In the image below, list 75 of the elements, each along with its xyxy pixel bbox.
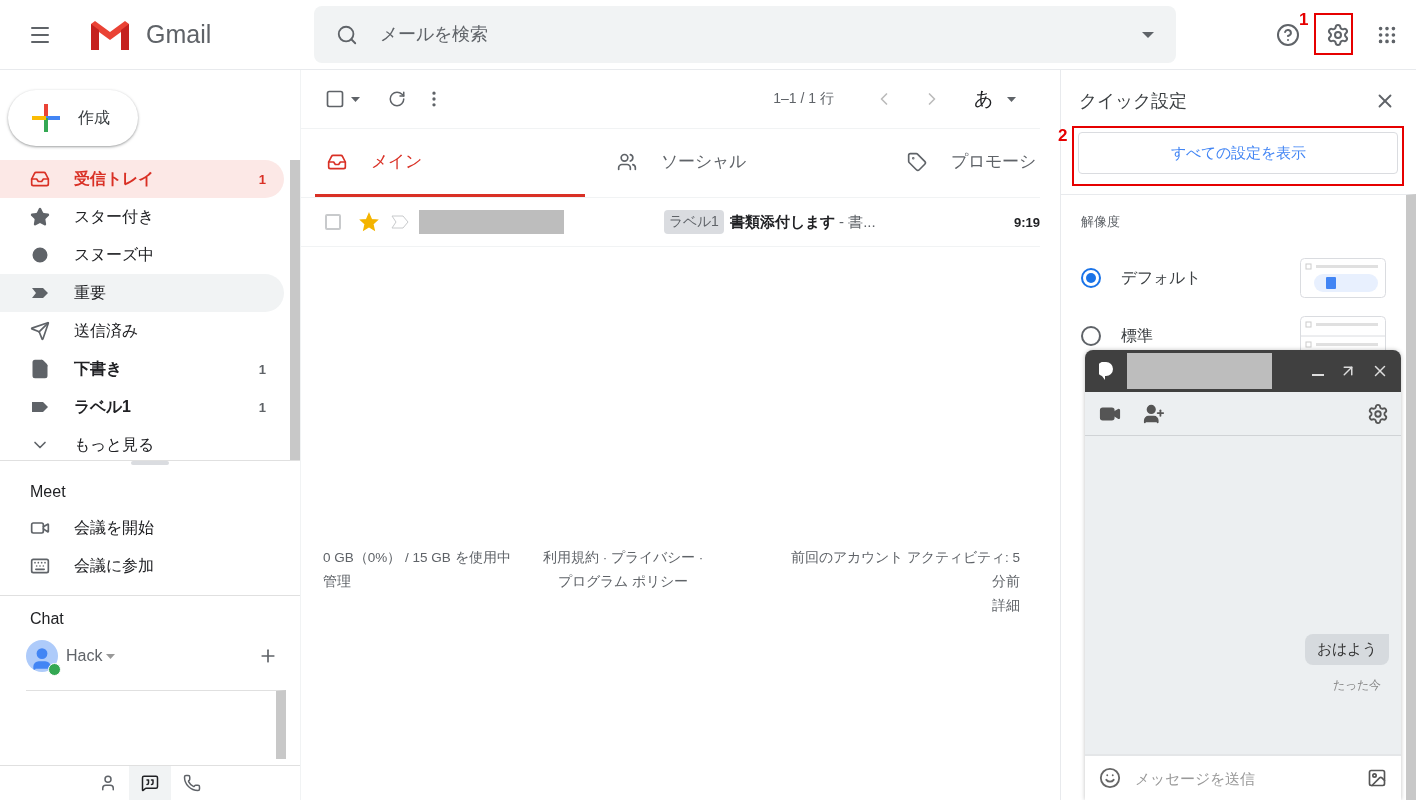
email-subject: 書類添付します - 書...	[729, 212, 876, 232]
annotation-number: 1	[1299, 10, 1309, 30]
message-time: たった今	[1333, 677, 1381, 694]
person-icon	[99, 774, 117, 792]
caret-icon	[1007, 96, 1016, 102]
panel-title: クイック設定	[1079, 90, 1188, 113]
caret-icon	[351, 96, 360, 102]
category-tab[interactable]: メイン	[315, 129, 585, 197]
importance-marker-icon[interactable]	[391, 215, 409, 229]
send-icon	[30, 321, 50, 341]
message-bar[interactable]: メッセージを送信	[1085, 754, 1401, 800]
document-icon	[30, 359, 50, 379]
tag-icon	[907, 151, 927, 172]
sidebar-item[interactable]: 受信トレイ 1	[0, 160, 284, 198]
radio-button[interactable]	[1081, 326, 1101, 346]
category-tab[interactable]: ソーシャル	[605, 129, 875, 197]
settings-icon[interactable]	[1326, 22, 1350, 47]
category-tab[interactable]: プロモーシ	[895, 129, 1040, 197]
phone-icon	[183, 774, 201, 792]
sidebar-item[interactable]: スター付き	[0, 198, 284, 236]
highlight-frame	[1314, 13, 1353, 55]
compose-button[interactable]: 作成	[8, 90, 138, 146]
row-checkbox[interactable]	[325, 214, 341, 230]
sidebar-item[interactable]: 下書き 1	[0, 350, 284, 388]
caret-icon	[106, 653, 116, 659]
annotation-number: 2	[1058, 126, 1068, 146]
email-time: 9:19	[1013, 214, 1040, 230]
user-name[interactable]: Hack	[66, 647, 103, 665]
app-name: Gmail	[146, 20, 212, 49]
all-settings-button[interactable]: すべての設定を表示	[1078, 132, 1398, 174]
speech-bubble-icon	[1099, 362, 1113, 380]
keyboard-icon	[30, 556, 50, 576]
sidebar-item[interactable]: 送信済み	[0, 312, 284, 350]
star-icon[interactable]	[359, 212, 379, 232]
add-person-icon[interactable]	[1143, 402, 1165, 425]
radio-button[interactable]	[1081, 268, 1101, 288]
help-icon[interactable]	[1276, 22, 1300, 47]
email-row[interactable]: ラベル1 書類添付します - 書... 9:19	[301, 198, 1040, 247]
settings-icon[interactable]	[1367, 402, 1389, 425]
label-tag: ラベル1	[664, 210, 724, 234]
plus-icon	[32, 104, 60, 132]
search-options-caret-icon[interactable]	[1142, 31, 1154, 38]
sidebar-item[interactable]: ラベル1 1	[0, 388, 284, 426]
density-option-label[interactable]: 標準	[1121, 325, 1153, 347]
refresh-icon[interactable]	[388, 90, 406, 108]
section-title: Meet	[29, 482, 67, 502]
input-mode-dropdown[interactable]: あ	[974, 86, 993, 112]
inbox-icon	[30, 169, 50, 189]
quote-bubble-icon	[141, 774, 159, 792]
bottom-tab[interactable]	[129, 766, 171, 800]
people-icon	[617, 151, 637, 172]
resize-handle[interactable]	[131, 461, 169, 465]
meet-item[interactable]: 会議を開始	[0, 509, 300, 547]
emoji-icon[interactable]	[1099, 767, 1121, 789]
density-preview-icon	[1300, 258, 1386, 298]
details-link[interactable]: 詳細	[992, 594, 1020, 618]
search-bar[interactable]: メールを検索	[314, 6, 1176, 63]
sidebar-item[interactable]: スヌーズ中	[0, 236, 284, 274]
account-activity: 前回のアカウント アクティビティ: 5 分前	[790, 549, 1020, 591]
search-icon[interactable]	[336, 23, 358, 46]
meet-item[interactable]: 会議に参加	[0, 547, 300, 585]
image-icon[interactable]	[1367, 768, 1387, 788]
sidebar-item[interactable]: 重要	[0, 274, 284, 312]
storage-usage: 0 GB（0%） / 15 GB を使用中	[323, 549, 511, 567]
policy-links[interactable]: 利用規約 · プライバシー · プログラム ポリシー	[540, 546, 706, 618]
sidebar-item[interactable]: もっと見る	[0, 426, 284, 460]
message-bubble: おはよう	[1305, 634, 1389, 665]
section-title: Chat	[29, 609, 65, 629]
star-icon	[30, 207, 50, 227]
section-label: 解像度	[1081, 213, 1121, 231]
search-field[interactable]: メールを検索	[378, 23, 1122, 46]
page-info: 1–1 / 1 行	[773, 90, 834, 108]
select-all-checkbox[interactable]	[325, 89, 345, 109]
manage-link[interactable]: 管理	[323, 570, 511, 594]
density-option-label[interactable]: デフォルト	[1121, 267, 1201, 289]
